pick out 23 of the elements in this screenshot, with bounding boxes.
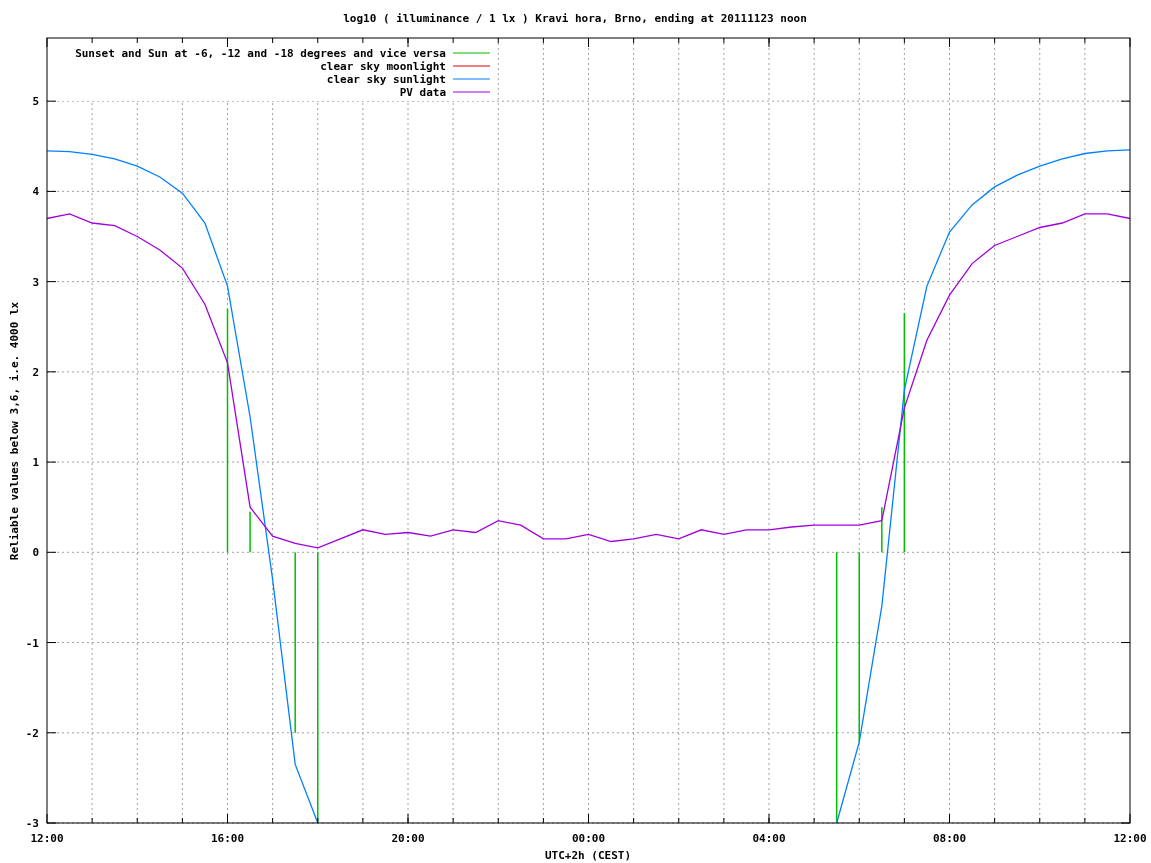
- axis-tick-label: 20:00: [391, 832, 425, 845]
- chart-title: log10 ( illuminance / 1 lx ) Kravi hora, Brno, ending at 20111123 noon: [343, 12, 807, 25]
- legend-label: clear sky moonlight: [320, 60, 446, 73]
- legend-label: PV data: [399, 86, 446, 99]
- axis-title: Reliable values below 3,6, i.e. 4000 lx: [8, 301, 21, 561]
- axis-tick-label: 5: [32, 95, 39, 109]
- axis-tick-label: 08:00: [932, 832, 967, 845]
- axis-tick-label: 1: [32, 456, 39, 470]
- axis-tick-label: 3: [32, 275, 39, 289]
- legend-label: clear sky sunlight: [326, 73, 446, 86]
- axis-title: UTC+2h (CEST): [544, 849, 632, 862]
- axis-tick-label: 0: [32, 546, 39, 560]
- axis-tick-label: -3: [25, 817, 39, 830]
- axis-tick-label: 04:00: [752, 832, 786, 845]
- axis-tick-label: 12:00: [1113, 832, 1147, 845]
- axis-tick-label: 2: [32, 365, 39, 379]
- axis-tick-label: 4: [32, 185, 39, 199]
- axis-tick-label: -2: [25, 726, 39, 740]
- axis-tick-label: 00:00: [571, 832, 606, 845]
- axis-tick-label: 12:00: [30, 832, 64, 845]
- axis-tick-label: 16:00: [210, 832, 245, 845]
- axis-tick-label: -1: [25, 636, 39, 650]
- legend-label: Sunset and Sun at -6, -12 and -18 degrees and vice versa: [75, 47, 446, 60]
